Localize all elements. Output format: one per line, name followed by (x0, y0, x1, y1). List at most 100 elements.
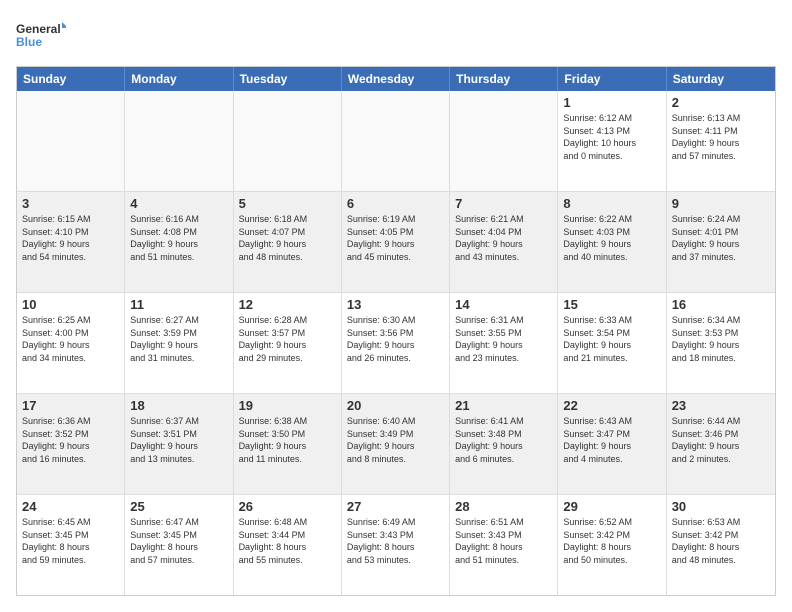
day-info: Sunrise: 6:48 AM Sunset: 3:44 PM Dayligh… (239, 516, 336, 566)
day-number: 10 (22, 297, 119, 312)
calendar-cell: 2 Sunrise: 6:13 AM Sunset: 4:11 PM Daylig… (667, 91, 775, 191)
calendar-cell: 3Sunrise: 6:15 AM Sunset: 4:10 PM Daylig… (17, 192, 125, 292)
day-info: Sunrise: 6:53 AM Sunset: 3:42 PM Dayligh… (672, 516, 770, 566)
day-number: 29 (563, 499, 660, 514)
calendar-cell (450, 91, 558, 191)
calendar-cell: 29 Sunrise: 6:52 AM Sunset: 3:42 PM Dayli… (558, 495, 666, 595)
calendar-cell: 5 Sunrise: 6:18 AM Sunset: 4:07 PM Daylig… (234, 192, 342, 292)
logo-svg: General Blue (16, 16, 66, 56)
day-number: 6 (347, 196, 444, 211)
day-number: 9 (672, 196, 770, 211)
calendar-cell: 16Sunrise: 6:34 AM Sunset: 3:53 PM Dayli… (667, 293, 775, 393)
day-info: Sunrise: 6:40 AM Sunset: 3:49 PM Dayligh… (347, 415, 444, 465)
day-number: 22 (563, 398, 660, 413)
day-number: 16 (672, 297, 770, 312)
day-number: 12 (239, 297, 336, 312)
day-number: 19 (239, 398, 336, 413)
day-info: Sunrise: 6:19 AM Sunset: 4:05 PM Dayligh… (347, 213, 444, 263)
calendar-cell (125, 91, 233, 191)
calendar-cell (234, 91, 342, 191)
day-number: 2 (672, 95, 770, 110)
day-info: Sunrise: 6:49 AM Sunset: 3:43 PM Dayligh… (347, 516, 444, 566)
svg-text:Blue: Blue (16, 35, 42, 49)
calendar-cell: 23Sunrise: 6:44 AM Sunset: 3:46 PM Dayli… (667, 394, 775, 494)
calendar-header: SundayMondayTuesdayWednesdayThursdayFrid… (17, 67, 775, 91)
calendar-cell: 20Sunrise: 6:40 AM Sunset: 3:49 PM Dayli… (342, 394, 450, 494)
day-info: Sunrise: 6:36 AM Sunset: 3:52 PM Dayligh… (22, 415, 119, 465)
day-number: 11 (130, 297, 227, 312)
calendar: SundayMondayTuesdayWednesdayThursdayFrid… (16, 66, 776, 596)
day-number: 1 (563, 95, 660, 110)
day-number: 4 (130, 196, 227, 211)
day-info: Sunrise: 6:51 AM Sunset: 3:43 PM Dayligh… (455, 516, 552, 566)
day-number: 17 (22, 398, 119, 413)
header: General Blue (16, 16, 776, 56)
day-number: 30 (672, 499, 770, 514)
day-number: 25 (130, 499, 227, 514)
calendar-cell: 7 Sunrise: 6:21 AM Sunset: 4:04 PM Daylig… (450, 192, 558, 292)
day-info: Sunrise: 6:25 AM Sunset: 4:00 PM Dayligh… (22, 314, 119, 364)
day-info: Sunrise: 6:15 AM Sunset: 4:10 PM Dayligh… (22, 213, 119, 263)
calendar-cell (342, 91, 450, 191)
calendar-cell: 13 Sunrise: 6:30 AM Sunset: 3:56 PM Dayli… (342, 293, 450, 393)
day-number: 8 (563, 196, 660, 211)
calendar-cell: 17 Sunrise: 6:36 AM Sunset: 3:52 PM Dayli… (17, 394, 125, 494)
calendar-cell: 18Sunrise: 6:37 AM Sunset: 3:51 PM Dayli… (125, 394, 233, 494)
weekday-header: Thursday (450, 67, 558, 91)
calendar-cell: 28 Sunrise: 6:51 AM Sunset: 3:43 PM Dayli… (450, 495, 558, 595)
day-info: Sunrise: 6:16 AM Sunset: 4:08 PM Dayligh… (130, 213, 227, 263)
calendar-cell: 9Sunrise: 6:24 AM Sunset: 4:01 PM Daylig… (667, 192, 775, 292)
day-info: Sunrise: 6:41 AM Sunset: 3:48 PM Dayligh… (455, 415, 552, 465)
weekday-header: Friday (558, 67, 666, 91)
calendar-cell: 21Sunrise: 6:41 AM Sunset: 3:48 PM Dayli… (450, 394, 558, 494)
logo: General Blue (16, 16, 66, 56)
calendar-row: 1Sunrise: 6:12 AM Sunset: 4:13 PM Daylig… (17, 91, 775, 192)
calendar-cell: 6 Sunrise: 6:19 AM Sunset: 4:05 PM Daylig… (342, 192, 450, 292)
day-number: 7 (455, 196, 552, 211)
calendar-cell: 26Sunrise: 6:48 AM Sunset: 3:44 PM Dayli… (234, 495, 342, 595)
day-number: 14 (455, 297, 552, 312)
calendar-cell: 15 Sunrise: 6:33 AM Sunset: 3:54 PM Dayli… (558, 293, 666, 393)
calendar-cell: 14 Sunrise: 6:31 AM Sunset: 3:55 PM Dayli… (450, 293, 558, 393)
day-info: Sunrise: 6:33 AM Sunset: 3:54 PM Dayligh… (563, 314, 660, 364)
weekday-header: Sunday (17, 67, 125, 91)
calendar-cell: 22Sunrise: 6:43 AM Sunset: 3:47 PM Dayli… (558, 394, 666, 494)
weekday-header: Monday (125, 67, 233, 91)
day-info: Sunrise: 6:47 AM Sunset: 3:45 PM Dayligh… (130, 516, 227, 566)
page: General Blue SundayMondayTuesdayWednesda… (0, 0, 792, 612)
day-number: 13 (347, 297, 444, 312)
day-info: Sunrise: 6:21 AM Sunset: 4:04 PM Dayligh… (455, 213, 552, 263)
calendar-cell: 10 Sunrise: 6:25 AM Sunset: 4:00 PM Dayli… (17, 293, 125, 393)
day-info: Sunrise: 6:31 AM Sunset: 3:55 PM Dayligh… (455, 314, 552, 364)
day-number: 23 (672, 398, 770, 413)
calendar-cell: 11Sunrise: 6:27 AM Sunset: 3:59 PM Dayli… (125, 293, 233, 393)
day-info: Sunrise: 6:18 AM Sunset: 4:07 PM Dayligh… (239, 213, 336, 263)
calendar-row: 17 Sunrise: 6:36 AM Sunset: 3:52 PM Dayli… (17, 394, 775, 495)
calendar-cell (17, 91, 125, 191)
calendar-cell: 30 Sunrise: 6:53 AM Sunset: 3:42 PM Dayli… (667, 495, 775, 595)
calendar-row: 3Sunrise: 6:15 AM Sunset: 4:10 PM Daylig… (17, 192, 775, 293)
calendar-cell: 8Sunrise: 6:22 AM Sunset: 4:03 PM Daylig… (558, 192, 666, 292)
calendar-cell: 4 Sunrise: 6:16 AM Sunset: 4:08 PM Daylig… (125, 192, 233, 292)
day-info: Sunrise: 6:52 AM Sunset: 3:42 PM Dayligh… (563, 516, 660, 566)
day-info: Sunrise: 6:30 AM Sunset: 3:56 PM Dayligh… (347, 314, 444, 364)
day-info: Sunrise: 6:28 AM Sunset: 3:57 PM Dayligh… (239, 314, 336, 364)
day-number: 27 (347, 499, 444, 514)
day-info: Sunrise: 6:45 AM Sunset: 3:45 PM Dayligh… (22, 516, 119, 566)
calendar-cell: 27 Sunrise: 6:49 AM Sunset: 3:43 PM Dayli… (342, 495, 450, 595)
day-number: 28 (455, 499, 552, 514)
calendar-cell: 1Sunrise: 6:12 AM Sunset: 4:13 PM Daylig… (558, 91, 666, 191)
calendar-cell: 12 Sunrise: 6:28 AM Sunset: 3:57 PM Dayli… (234, 293, 342, 393)
day-info: Sunrise: 6:13 AM Sunset: 4:11 PM Dayligh… (672, 112, 770, 162)
weekday-header: Wednesday (342, 67, 450, 91)
calendar-body: 1Sunrise: 6:12 AM Sunset: 4:13 PM Daylig… (17, 91, 775, 595)
calendar-row: 10 Sunrise: 6:25 AM Sunset: 4:00 PM Dayli… (17, 293, 775, 394)
calendar-cell: 19Sunrise: 6:38 AM Sunset: 3:50 PM Dayli… (234, 394, 342, 494)
day-number: 24 (22, 499, 119, 514)
day-number: 15 (563, 297, 660, 312)
weekday-header: Tuesday (234, 67, 342, 91)
day-number: 5 (239, 196, 336, 211)
calendar-row: 24 Sunrise: 6:45 AM Sunset: 3:45 PM Dayli… (17, 495, 775, 595)
weekday-header: Saturday (667, 67, 775, 91)
day-number: 18 (130, 398, 227, 413)
